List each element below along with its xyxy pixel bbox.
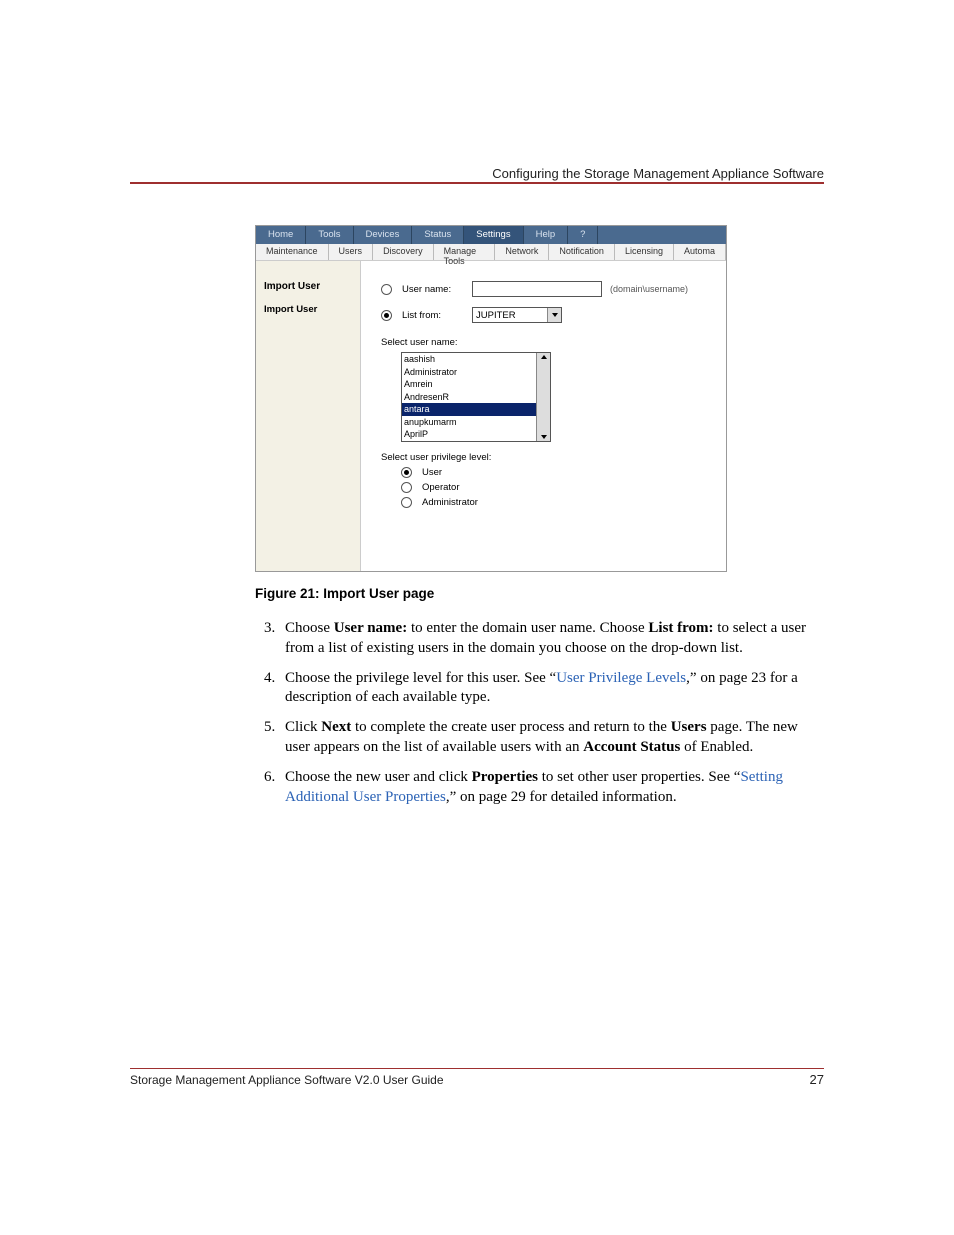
chevron-down-icon bbox=[552, 313, 558, 317]
listfrom-select[interactable]: JUPITER bbox=[472, 307, 562, 323]
select-privilege-label: Select user privilege level: bbox=[381, 452, 714, 463]
radio-priv-user[interactable] bbox=[401, 467, 412, 478]
subtab-automa[interactable]: Automa bbox=[674, 244, 726, 260]
step-5: Click Next to complete the create user p… bbox=[279, 718, 824, 758]
listfrom-dropdown-button[interactable] bbox=[547, 308, 561, 322]
list-item[interactable]: Administrator bbox=[402, 366, 536, 379]
radio-username[interactable] bbox=[381, 284, 392, 295]
tab-tools[interactable]: Tools bbox=[306, 226, 353, 244]
figure-caption-prefix: Figure 21: bbox=[255, 586, 323, 601]
list-item[interactable]: Amrein bbox=[402, 378, 536, 391]
priv-user-label: User bbox=[422, 467, 442, 478]
scroll-up-icon[interactable] bbox=[541, 355, 547, 359]
username-hint: (domain\username) bbox=[610, 284, 688, 294]
step-3: Choose User name: to enter the domain us… bbox=[279, 619, 824, 659]
panel-subtitle: Import User bbox=[264, 304, 352, 315]
tab-status[interactable]: Status bbox=[412, 226, 464, 244]
priv-operator-label: Operator bbox=[422, 482, 460, 493]
step-6: Choose the new user and click Properties… bbox=[279, 768, 824, 808]
listfrom-value: JUPITER bbox=[476, 310, 516, 321]
instruction-list: Choose User name: to enter the domain us… bbox=[255, 619, 824, 807]
primary-tabs: Home Tools Devices Status Settings Help … bbox=[256, 226, 726, 244]
list-item-selected[interactable]: antara bbox=[402, 403, 536, 416]
list-item[interactable]: AprilP bbox=[402, 428, 536, 441]
figure-caption-text: Import User page bbox=[323, 586, 434, 601]
tab-settings[interactable]: Settings bbox=[464, 226, 523, 244]
footer-title: Storage Management Appliance Software V2… bbox=[130, 1073, 444, 1087]
link-user-privilege-levels[interactable]: User Privilege Levels bbox=[556, 670, 686, 686]
radio-priv-administrator[interactable] bbox=[401, 497, 412, 508]
subtab-discovery[interactable]: Discovery bbox=[373, 244, 434, 260]
import-user-screenshot: Home Tools Devices Status Settings Help … bbox=[255, 225, 727, 572]
figure-caption: Figure 21: Import User page bbox=[255, 586, 824, 601]
list-item[interactable]: AndresenR bbox=[402, 391, 536, 404]
subtab-manage-tools[interactable]: Manage Tools bbox=[434, 244, 496, 260]
page-header-title: Configuring the Storage Management Appli… bbox=[492, 166, 824, 181]
tab-question[interactable]: ? bbox=[568, 226, 598, 244]
page-number: 27 bbox=[810, 1072, 824, 1087]
tab-home[interactable]: Home bbox=[256, 226, 306, 244]
username-label: User name: bbox=[402, 284, 472, 295]
panel-title: Import User bbox=[264, 281, 352, 292]
subtab-notification[interactable]: Notification bbox=[549, 244, 615, 260]
radio-priv-operator[interactable] bbox=[401, 482, 412, 493]
subtab-network[interactable]: Network bbox=[495, 244, 549, 260]
scroll-down-icon[interactable] bbox=[541, 435, 547, 439]
username-listbox[interactable]: aashish Administrator Amrein AndresenR a… bbox=[401, 352, 551, 442]
subtab-users[interactable]: Users bbox=[329, 244, 374, 260]
header-rule bbox=[130, 182, 824, 184]
radio-listfrom[interactable] bbox=[381, 310, 392, 321]
step-4: Choose the privilege level for this user… bbox=[279, 669, 824, 709]
subtab-licensing[interactable]: Licensing bbox=[615, 244, 674, 260]
priv-administrator-label: Administrator bbox=[422, 497, 478, 508]
left-nav-panel: Import User Import User bbox=[256, 261, 361, 571]
tab-devices[interactable]: Devices bbox=[354, 226, 413, 244]
footer-rule bbox=[130, 1068, 824, 1069]
username-input[interactable] bbox=[472, 281, 602, 297]
subtab-maintenance[interactable]: Maintenance bbox=[256, 244, 329, 260]
list-item[interactable]: anupkumarm bbox=[402, 416, 536, 429]
listfrom-label: List from: bbox=[402, 310, 472, 321]
tab-help[interactable]: Help bbox=[524, 226, 569, 244]
list-item[interactable]: aashish bbox=[402, 353, 536, 366]
secondary-tabs: Maintenance Users Discovery Manage Tools… bbox=[256, 244, 726, 261]
listbox-scrollbar[interactable] bbox=[536, 353, 550, 441]
select-username-label: Select user name: bbox=[381, 337, 714, 348]
